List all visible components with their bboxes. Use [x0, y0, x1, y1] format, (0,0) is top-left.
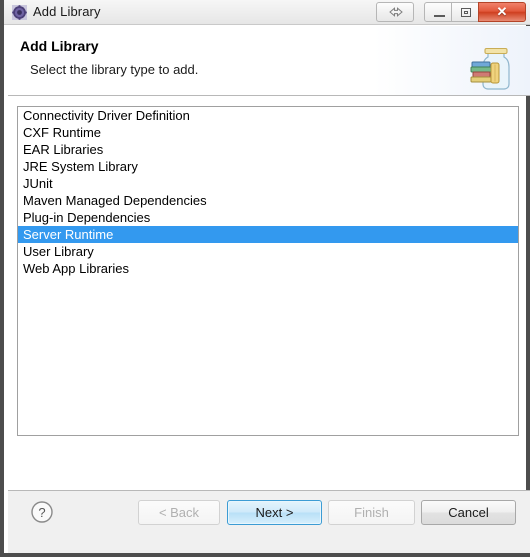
eclipse-wizard-icon	[12, 5, 27, 20]
list-item[interactable]: EAR Libraries	[18, 141, 518, 158]
window-title: Add Library	[33, 4, 101, 19]
page-title: Add Library	[20, 38, 99, 54]
list-item[interactable]: Maven Managed Dependencies	[18, 192, 518, 209]
page-subtitle: Select the library type to add.	[30, 62, 199, 77]
minimize-icon	[434, 15, 445, 17]
resize-arrows-icon[interactable]	[376, 2, 414, 22]
list-item[interactable]: User Library	[18, 243, 518, 260]
close-button[interactable]: ✕	[478, 2, 526, 22]
library-jar-books-icon	[462, 34, 518, 90]
list-item[interactable]: CXF Runtime	[18, 124, 518, 141]
list-item-selected[interactable]: Server Runtime	[18, 226, 518, 243]
maximize-button[interactable]	[451, 2, 479, 22]
wizard-header: Add Library Select the library type to a…	[8, 26, 530, 96]
add-library-dialog: Add Library ✕ Add Library Select the lib…	[0, 0, 530, 557]
dialog-button-bar: ? < Back Next > Finish Cancel	[8, 490, 530, 553]
list-item[interactable]: Web App Libraries	[18, 260, 518, 277]
close-icon: ✕	[496, 4, 508, 19]
finish-button[interactable]: Finish	[328, 500, 415, 525]
list-item[interactable]: JUnit	[18, 175, 518, 192]
list-item[interactable]: Plug-in Dependencies	[18, 209, 518, 226]
title-bar: Add Library ✕	[4, 0, 530, 25]
list-item[interactable]: JRE System Library	[18, 158, 518, 175]
help-icon[interactable]: ?	[30, 500, 54, 524]
list-item[interactable]: Connectivity Driver Definition	[18, 107, 518, 124]
maximize-icon	[461, 8, 471, 17]
library-type-list[interactable]: Connectivity Driver Definition CXF Runti…	[17, 106, 519, 436]
next-button[interactable]: Next >	[227, 500, 322, 525]
back-button[interactable]: < Back	[138, 500, 220, 525]
cancel-button[interactable]: Cancel	[421, 500, 516, 525]
svg-text:?: ?	[38, 505, 45, 520]
minimize-button[interactable]	[424, 2, 452, 22]
dialog-body: Add Library ✕ Add Library Select the lib…	[4, 0, 530, 553]
